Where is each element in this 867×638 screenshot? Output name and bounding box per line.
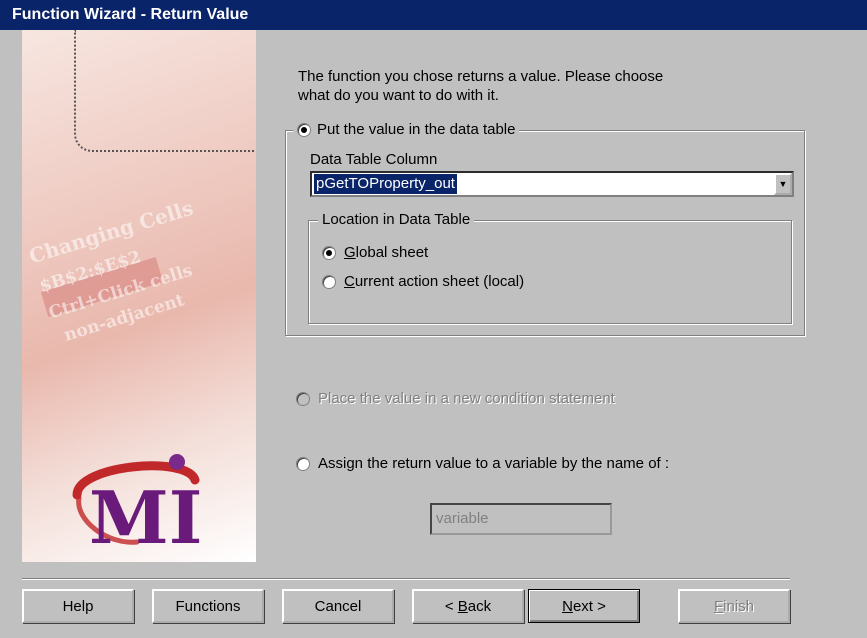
condition-option-label: Place the value in a new condition state… [318, 390, 615, 407]
functions-button[interactable]: Functions [152, 589, 264, 623]
help-button[interactable]: Help [22, 589, 134, 623]
mercury-logo: MI [72, 454, 202, 550]
window-title: Function Wizard - Return Value [12, 6, 249, 23]
local-sheet-radio[interactable] [322, 274, 336, 289]
button-separator [22, 578, 790, 580]
location-group-title: Location in Data Table [322, 211, 471, 228]
dotted-decoration [74, 30, 256, 152]
option-data-table[interactable]: Put the value in the data table [293, 121, 520, 138]
data-table-column-value: pGetTOProperty_out [314, 174, 457, 194]
back-button-label: < Back [444, 597, 492, 615]
global-sheet-label: Global sheet [344, 244, 429, 261]
data-table-radio[interactable] [297, 122, 311, 137]
cancel-button[interactable]: Cancel [282, 589, 394, 623]
option-local-sheet[interactable]: Current action sheet (local) [322, 273, 524, 290]
next-button[interactable]: Next > [528, 589, 640, 623]
wizard-art-panel: Changing Cells $B$2:$E$2 Ctrl+Click cell… [22, 30, 256, 562]
location-group-legend: Location in Data Table [318, 211, 475, 228]
intro-line-1: The function you chose returns a value. … [298, 68, 664, 85]
intro-text: The function you chose returns a value. … [298, 67, 758, 105]
condition-radio [296, 391, 310, 406]
data-table-option-label: Put the value in the data table [317, 121, 516, 138]
local-sheet-label: Current action sheet (local) [344, 273, 525, 290]
back-button[interactable]: < Back [412, 589, 524, 623]
intro-line-2: what do you want to do with it. [298, 87, 499, 104]
next-button-label: Next > [562, 597, 606, 615]
wizard-dialog: Changing Cells $B$2:$E$2 Ctrl+Click cell… [0, 30, 867, 638]
functions-button-label: Functions [175, 597, 241, 615]
finish-button-label: Finish [713, 597, 755, 615]
logo-letters: MI [89, 475, 202, 550]
chevron-down-icon[interactable]: ▼ [774, 173, 792, 195]
option-global-sheet[interactable]: Global sheet [322, 244, 428, 261]
variable-name-input[interactable]: variable [430, 503, 612, 535]
variable-radio[interactable] [296, 456, 310, 471]
data-table-column-dropdown[interactable]: pGetTOProperty_out ▼ [310, 171, 794, 197]
location-group [308, 220, 792, 324]
help-button-label: Help [62, 597, 94, 615]
option-condition-statement: Place the value in a new condition state… [296, 390, 615, 407]
data-table-column-label: Data Table Column [310, 151, 438, 168]
title-bar: Function Wizard - Return Value [0, 0, 867, 30]
variable-option-label: Assign the return value to a variable by… [318, 455, 670, 472]
finish-button: Finish [678, 589, 790, 623]
cancel-button-label: Cancel [314, 597, 362, 615]
global-sheet-radio[interactable] [322, 245, 336, 260]
option-assign-variable[interactable]: Assign the return value to a variable by… [296, 455, 669, 472]
